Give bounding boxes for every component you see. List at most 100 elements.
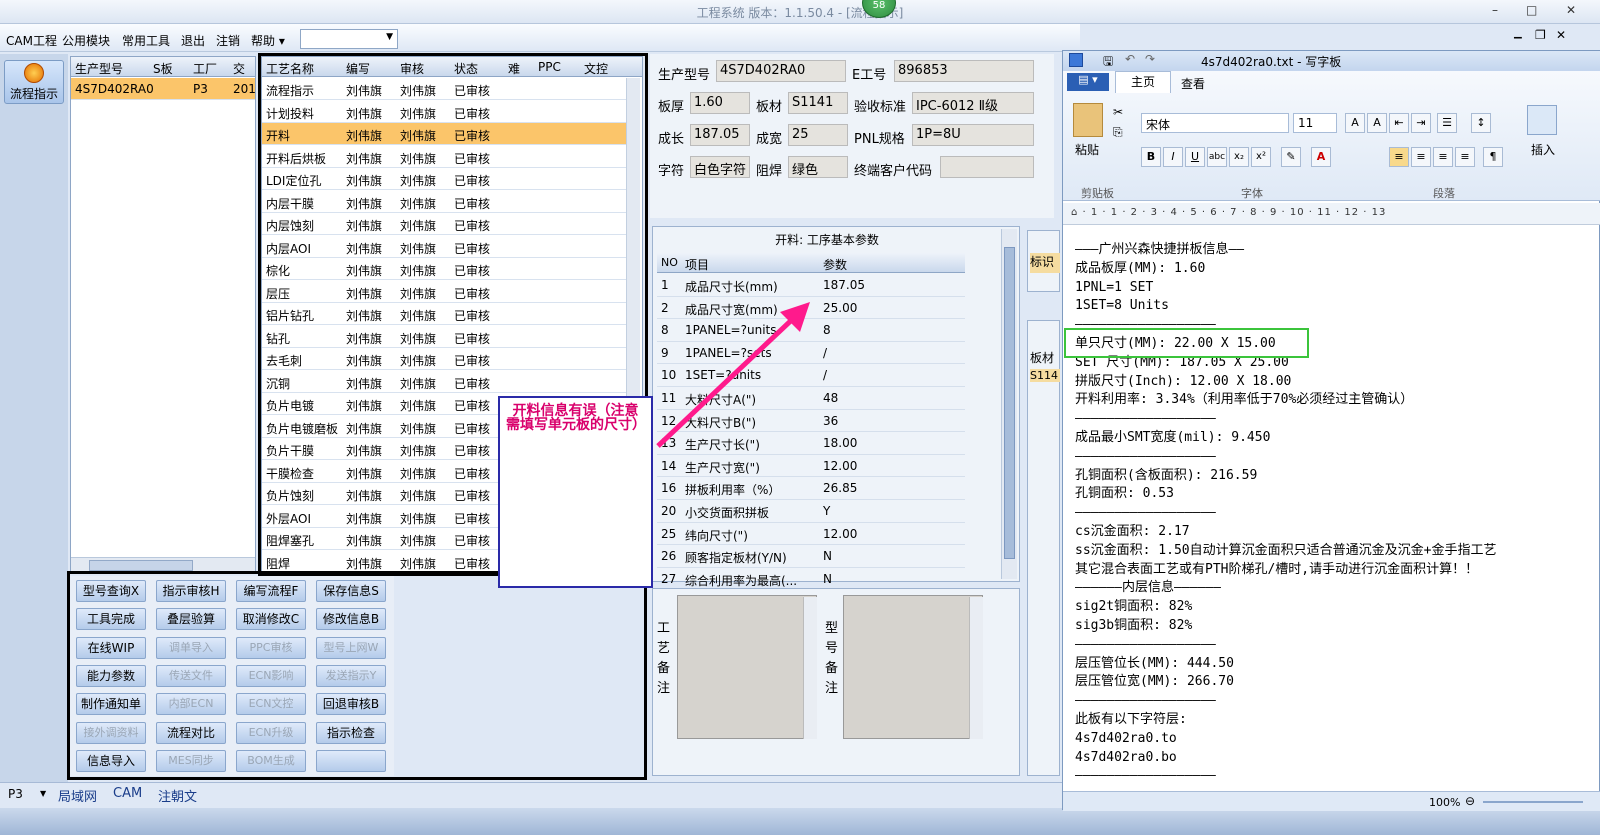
insert-label[interactable]: 插入 [1531, 141, 1555, 158]
action-button-1-3[interactable]: 修改信息B [316, 608, 386, 631]
increase-indent-icon[interactable]: ⇥ [1411, 113, 1431, 133]
action-button-2-1[interactable]: 调单导入 [156, 636, 226, 659]
subscript-icon[interactable]: x₂ [1229, 147, 1249, 167]
e-number-field[interactable]: 896853 [894, 60, 1034, 82]
tab-home[interactable]: 主页 [1115, 71, 1171, 93]
pnl-field[interactable]: 1P=8U [912, 124, 1034, 146]
tab-cam[interactable]: CAM [113, 786, 142, 801]
shrink-font-icon[interactable]: A [1367, 113, 1387, 133]
action-button-3-1[interactable]: 传送文件 [156, 664, 226, 687]
table-row[interactable]: 1 成品尺寸长(mm) 187.05 [657, 274, 965, 297]
wordpad-app-icon[interactable] [1069, 53, 1083, 67]
side-tab-mark[interactable]: 标识 [1030, 253, 1060, 273]
copy-icon[interactable]: ⎘ [1113, 125, 1123, 140]
redo-icon[interactable]: ↷ [1145, 52, 1155, 66]
table-row[interactable]: 20 小交货面积拼板 Y [657, 500, 965, 523]
menu-logout[interactable]: 注销 [216, 32, 240, 49]
action-button-4-2[interactable]: ECN文控 [236, 693, 306, 716]
action-button-2-0[interactable]: 在线WIP [76, 636, 146, 659]
action-button-1-1[interactable]: 叠层验算 [156, 608, 226, 631]
length-field[interactable]: 187.05 [690, 124, 750, 146]
paste-icon[interactable] [1073, 103, 1103, 137]
font-family-select[interactable]: 宋体 [1141, 113, 1289, 133]
menu-exit[interactable]: 退出 [181, 32, 205, 49]
paragraph-icon[interactable]: ¶ [1483, 147, 1503, 167]
undo-icon[interactable]: ↶ [1125, 52, 1135, 66]
action-button-4-0[interactable]: 制作通知单 [76, 693, 146, 716]
file-menu-button[interactable]: ▤ ▾ [1067, 73, 1109, 91]
table-row[interactable]: 26 顾客指定板材(Y/N) N [657, 545, 965, 568]
action-button-4-1[interactable]: 内部ECN [156, 693, 226, 716]
align-left-icon[interactable]: ≡ [1389, 147, 1409, 167]
action-button-2-2[interactable]: PPC审核 [236, 636, 306, 659]
action-button-3-3[interactable]: 发送指示Y [316, 664, 386, 687]
model-field[interactable]: 4S7D402RA0 [716, 60, 846, 82]
underline-icon[interactable]: U [1185, 147, 1205, 167]
action-button-0-3[interactable]: 保存信息S [316, 580, 386, 602]
line-spacing-icon[interactable]: ↕ [1471, 113, 1491, 133]
factory-selector[interactable]: P3 [8, 787, 23, 801]
action-button-1-0[interactable]: 工具完成 [76, 608, 146, 631]
standard-field[interactable]: IPC-6012 Ⅱ级 [912, 92, 1034, 114]
col-model[interactable]: 生产型号 [75, 60, 123, 77]
mdi-close-icon[interactable]: ✕ [1556, 28, 1566, 42]
toolbar-combo[interactable]: ▼ [300, 29, 398, 49]
tab-lan[interactable]: 局域网 [58, 786, 97, 805]
justify-icon[interactable]: ≡ [1455, 147, 1475, 167]
col-param[interactable]: 参数 [823, 256, 847, 273]
order-row[interactable]: 4S7D402RA0 P3 201 [71, 78, 256, 100]
align-right-icon[interactable]: ≡ [1433, 147, 1453, 167]
mask-field[interactable]: 绿色 [788, 156, 848, 178]
table-row[interactable]: 14 生产尺寸宽(") 12.00 [657, 455, 965, 478]
menu-tools[interactable]: 常用工具 [122, 32, 170, 49]
close-icon[interactable]: ✕ [1566, 3, 1576, 17]
flow-instruction-button[interactable]: 流程指示 [4, 60, 64, 104]
align-center-icon[interactable]: ≡ [1411, 147, 1431, 167]
table-row[interactable]: 16 拼板利用率（%） 26.85 [657, 477, 965, 500]
bullets-icon[interactable]: ☰ [1437, 113, 1457, 133]
action-button-3-0[interactable]: 能力参数 [76, 664, 146, 687]
action-button-0-2[interactable]: 编写流程F [236, 580, 306, 602]
font-color-icon[interactable]: A [1311, 147, 1331, 167]
menu-cam[interactable]: CAM工程 [6, 32, 57, 49]
strikethrough-icon[interactable]: abc [1207, 147, 1227, 167]
action-button-4-3[interactable]: 回退审核B [316, 693, 386, 716]
cut-icon[interactable]: ✂ [1113, 105, 1123, 119]
col-no[interactable]: NO [661, 256, 678, 269]
action-button-5-3[interactable]: 指示检查 [316, 721, 386, 744]
zoom-slider[interactable] [1483, 801, 1583, 803]
col-s-board[interactable]: S板 [153, 60, 173, 77]
scroll-thumb[interactable] [89, 560, 193, 571]
tab-view[interactable]: 查看 [1181, 75, 1205, 92]
process-note-field[interactable] [677, 595, 817, 739]
material-field[interactable]: S1141 [788, 92, 848, 114]
thickness-field[interactable]: 1.60 [690, 92, 750, 114]
action-button-3-2[interactable]: ECN影响 [236, 664, 306, 687]
tab-user[interactable]: 注朝文 [158, 786, 197, 805]
action-button-1-2[interactable]: 取消修改C [236, 608, 306, 631]
model-note-scroll[interactable] [969, 597, 983, 739]
action-button-6-3[interactable] [316, 749, 386, 772]
menu-help[interactable]: 帮助 ▾ [251, 32, 285, 49]
table-row[interactable]: 27 综合利用率为最高(... N [657, 568, 965, 591]
font-size-select[interactable]: 11 [1293, 113, 1337, 133]
action-button-6-1[interactable]: MES同步 [156, 749, 226, 772]
decrease-indent-icon[interactable]: ⇤ [1389, 113, 1409, 133]
process-note-scroll[interactable] [803, 597, 817, 739]
mdi-restore-icon[interactable]: ❐ [1535, 28, 1546, 42]
action-button-0-1[interactable]: 指示审核H [156, 580, 226, 602]
grow-font-icon[interactable]: A [1345, 113, 1365, 133]
superscript-icon[interactable]: x² [1251, 147, 1271, 167]
bold-icon[interactable]: B [1141, 147, 1161, 167]
italic-icon[interactable]: I [1163, 147, 1183, 167]
highlight-icon[interactable]: ✎ [1281, 147, 1301, 167]
scroll-thumb[interactable] [1004, 247, 1015, 559]
param-vscrollbar[interactable] [1001, 229, 1017, 579]
width-field[interactable]: 25 [788, 124, 848, 146]
save-icon[interactable]: 🖫 [1103, 52, 1113, 73]
customer-field[interactable] [940, 156, 1034, 178]
side-tab-material[interactable]: 板材 [1030, 349, 1054, 366]
paste-label[interactable]: 粘贴 [1075, 141, 1099, 158]
col-item[interactable]: 项目 [685, 256, 709, 273]
action-button-6-0[interactable]: 信息导入 [76, 749, 146, 772]
